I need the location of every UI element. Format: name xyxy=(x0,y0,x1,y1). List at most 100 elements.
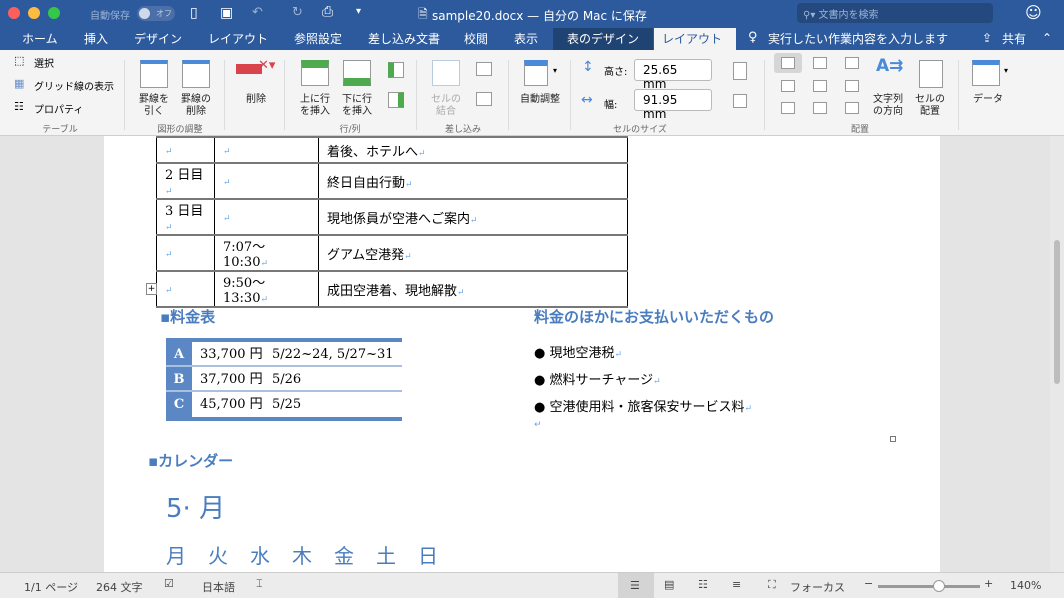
data-button[interactable]: データ xyxy=(966,94,1010,106)
gridlines-button[interactable]: グリッド線の表示 xyxy=(34,78,114,93)
insert-right-icon[interactable] xyxy=(388,92,404,108)
tab-insert[interactable]: 挿入 xyxy=(76,28,116,50)
align-middle-left-icon[interactable] xyxy=(781,80,795,92)
cell-margins-button[interactable]: セルの 配置 xyxy=(910,94,950,118)
autofit-dropdown-icon[interactable]: ▾ xyxy=(553,66,557,75)
redo-icon[interactable]: ↻ xyxy=(292,5,303,20)
schedule-cell[interactable]: 2 日目 ↵ xyxy=(156,162,215,200)
page-count[interactable]: 1/1 ページ xyxy=(24,579,78,595)
schedule-cell[interactable]: ↵ xyxy=(156,234,215,272)
insert-above-icon[interactable] xyxy=(301,60,329,86)
proofing-icon[interactable]: ☑ xyxy=(164,577,174,590)
align-bottom-left-icon[interactable] xyxy=(781,102,795,114)
schedule-cell[interactable]: ↵ xyxy=(214,136,319,164)
tab-review[interactable]: 校閲 xyxy=(456,28,496,50)
zoom-slider[interactable] xyxy=(878,580,980,592)
share-button[interactable]: 共有 xyxy=(994,28,1034,50)
schedule-cell[interactable]: ↵ xyxy=(156,270,215,308)
close-button[interactable] xyxy=(8,7,20,19)
resize-handle-icon[interactable] xyxy=(890,436,896,442)
save-icon[interactable]: ▣ xyxy=(220,5,233,21)
align-bottom-center-icon[interactable] xyxy=(813,102,827,114)
focus-button[interactable]: フォーカス xyxy=(790,579,845,595)
align-top-center-icon[interactable] xyxy=(813,57,827,69)
zoom-slider-knob[interactable] xyxy=(933,580,946,592)
insert-left-icon[interactable] xyxy=(388,62,404,78)
distribute-columns-icon[interactable] xyxy=(733,94,747,108)
word-count[interactable]: 264 文字 xyxy=(96,579,143,595)
price-cell[interactable]: 5/25 xyxy=(272,392,402,417)
schedule-cell[interactable]: 7:07〜10:30↵ xyxy=(214,234,319,272)
text-direction-button[interactable]: 文字列 の方向 xyxy=(868,94,908,118)
tab-mailings[interactable]: 差し込み文書 xyxy=(360,28,448,50)
text-direction-icon[interactable]: A⇉ xyxy=(876,56,903,76)
schedule-cell[interactable]: 着後、ホテルへ↵ xyxy=(318,136,628,164)
focus-icon[interactable]: ⛶ xyxy=(768,578,776,592)
split-cells-icon[interactable] xyxy=(476,62,492,76)
delete-button[interactable]: 削除 xyxy=(236,94,276,106)
align-bottom-right-icon[interactable] xyxy=(845,102,859,114)
height-stepper[interactable]: 25.65 mm xyxy=(634,59,712,91)
cell-margins-icon[interactable] xyxy=(919,60,943,88)
price-cell[interactable]: B xyxy=(166,367,192,390)
insert-above-button[interactable]: 上に行 を挿入 xyxy=(293,94,337,118)
tell-me-input[interactable]: 実行したい作業内容を入力します xyxy=(760,28,956,50)
document-page[interactable]: ↵ ↵ 着後、ホテルへ↵ 2 日目↵ ↵ 終日自由行動↵ 3 日目↵ ↵ 現地係員が空港へご案内… xyxy=(104,136,940,572)
zoom-out-icon[interactable]: − xyxy=(864,577,873,590)
price-cell[interactable]: 37,700 円 xyxy=(192,367,272,390)
table-move-handle-icon[interactable]: + xyxy=(146,283,157,295)
price-cell[interactable]: A xyxy=(166,342,192,365)
autofit-button[interactable]: 自動調整 xyxy=(516,94,564,106)
insert-below-icon[interactable] xyxy=(343,60,371,86)
align-middle-right-icon[interactable] xyxy=(845,80,859,92)
schedule-cell[interactable]: ↵ xyxy=(214,162,319,200)
data-dropdown-icon[interactable]: ▾ xyxy=(1004,66,1008,75)
distribute-rows-icon[interactable] xyxy=(733,62,747,80)
tab-table-design[interactable]: 表のデザイン xyxy=(559,28,647,50)
eraser-icon[interactable] xyxy=(182,60,210,88)
search-input[interactable]: ⚲▾ 文書内を検索 xyxy=(797,3,993,23)
select-button[interactable]: 選択 xyxy=(34,55,54,70)
autofit-icon[interactable] xyxy=(524,60,548,86)
schedule-cell[interactable]: 3 日目 ↵ xyxy=(156,198,215,236)
tab-home[interactable]: ホーム xyxy=(14,28,66,50)
price-cell[interactable]: C xyxy=(166,392,192,417)
price-cell[interactable]: 5/22~24, 5/27~31 xyxy=(272,342,402,365)
price-cell[interactable]: 45,700 円 xyxy=(192,392,272,417)
print-layout-button[interactable]: ☰ xyxy=(618,573,654,598)
autosave-toggle[interactable]: オフ xyxy=(137,6,175,21)
insert-below-button[interactable]: 下に行 を挿入 xyxy=(335,94,379,118)
price-cell[interactable]: 33,700 円 xyxy=(192,342,272,365)
collapse-ribbon-icon[interactable]: ⌃ xyxy=(1042,31,1052,45)
language[interactable]: 日本語 xyxy=(202,579,235,595)
schedule-cell[interactable]: グアム空港発↵ xyxy=(318,234,628,272)
draft-icon[interactable]: ≡ xyxy=(732,578,741,591)
minimize-button[interactable] xyxy=(28,7,40,19)
scrollbar-thumb[interactable] xyxy=(1054,240,1060,384)
print-icon[interactable]: ⎙ xyxy=(322,4,333,20)
tab-layout[interactable]: レイアウト xyxy=(200,28,276,50)
schedule-cell[interactable]: ↵ xyxy=(214,198,319,236)
undo-icon[interactable]: ↶ xyxy=(252,5,263,20)
align-top-right-icon[interactable] xyxy=(845,57,859,69)
draw-table-icon[interactable] xyxy=(140,60,168,88)
properties-button[interactable]: プロパティ xyxy=(34,101,83,116)
macro-icon[interactable]: ⌶ xyxy=(256,577,263,591)
eraser-button[interactable]: 罫線の 削除 xyxy=(174,94,218,118)
customize-icon[interactable]: ▾ xyxy=(356,6,361,17)
zoom-level[interactable]: 140% xyxy=(1010,579,1041,592)
schedule-cell[interactable]: 終日自由行動↵ xyxy=(318,162,628,200)
draw-table-button[interactable]: 罫線を 引く xyxy=(132,94,176,118)
width-stepper[interactable]: 91.95 mm xyxy=(634,89,712,121)
outline-icon[interactable]: ☷ xyxy=(698,578,708,591)
data-icon[interactable] xyxy=(972,60,1000,86)
sidebar-icon[interactable]: ▯ xyxy=(190,5,198,21)
feedback-smiley-icon[interactable]: ☺ xyxy=(1025,3,1042,22)
tab-view[interactable]: 表示 xyxy=(506,28,546,50)
tab-table-layout[interactable]: レイアウト xyxy=(654,28,736,50)
align-middle-center-icon[interactable] xyxy=(813,80,827,92)
tab-references[interactable]: 参照設定 xyxy=(286,28,350,50)
schedule-cell[interactable]: ↵ xyxy=(156,136,215,164)
schedule-cell[interactable]: 9:50〜13:30↵ xyxy=(214,270,319,308)
schedule-cell[interactable]: 成田空港着、現地解散↵ xyxy=(318,270,628,308)
